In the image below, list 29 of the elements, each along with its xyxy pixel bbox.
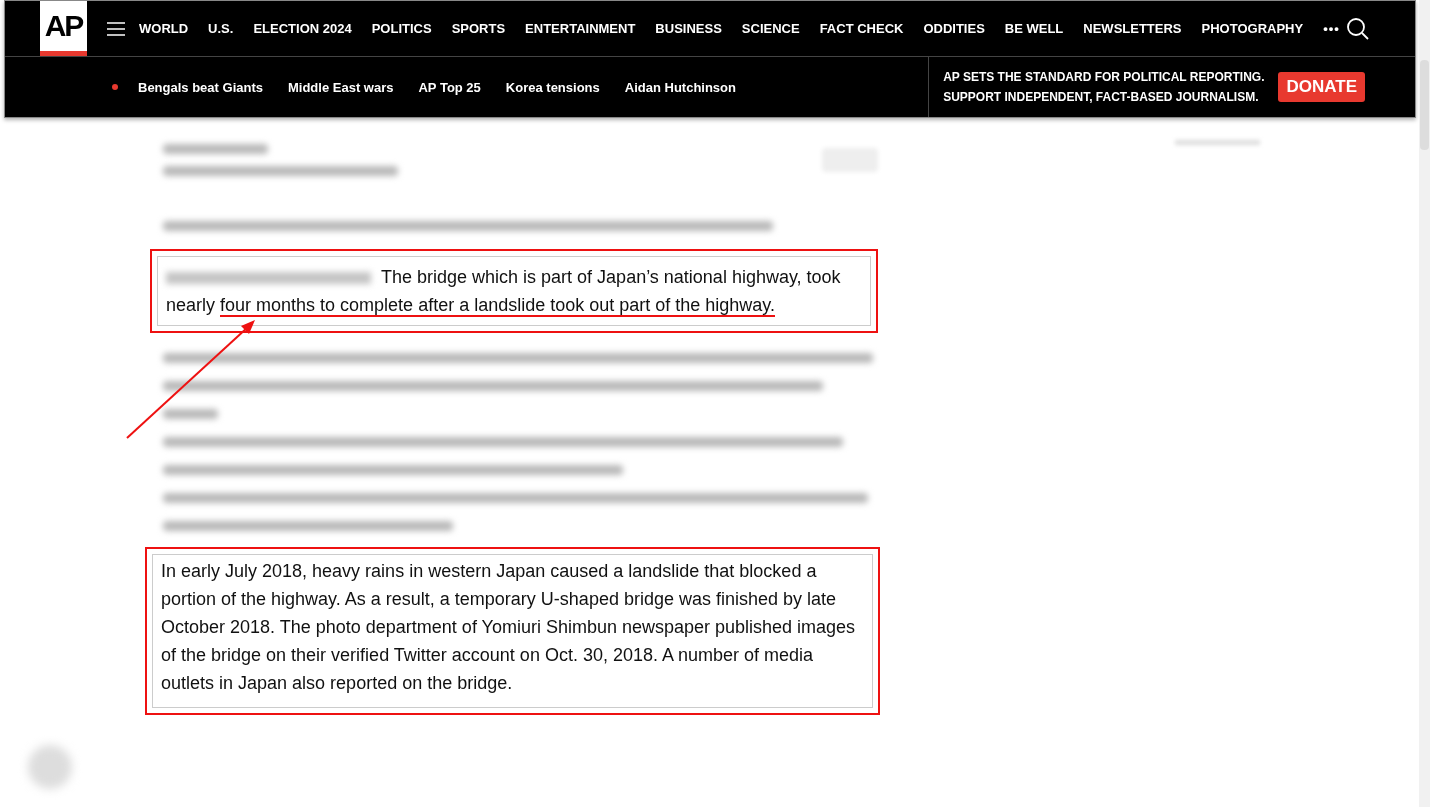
trending-link[interactable]: Korea tensions [505, 79, 600, 95]
trending-link[interactable]: AP Top 25 [418, 79, 481, 95]
floating-button[interactable] [28, 745, 72, 789]
article-paragraph: In early July 2018, heavy rains in western Japan caused a landslide that blocked a portion of the highway. As a result, a temporary U-shaped bridge was finished by late October 2018. The photo department of Yomiuri Shimbun newspaper published images of the bridge on their verified Twitter account on Oct. 30, 2018. A number of media outlets in Japan also reported on the bridge. [161, 560, 857, 695]
nav-link[interactable]: ODDITIES [923, 21, 985, 36]
nav-link[interactable]: ENTERTAINMENT [525, 21, 636, 36]
nav-link[interactable]: POLITICS [371, 21, 432, 36]
blurred-text-drawing [163, 409, 218, 419]
trending-link[interactable]: Middle East wars [288, 79, 394, 95]
nav-link[interactable]: ELECTION 2024 [253, 21, 352, 36]
live-dot [112, 84, 118, 90]
more-menu[interactable]: ••• [1323, 21, 1340, 36]
promo-text: AP SETS THE STANDARD FOR POLITICAL REPORTING. SUPPORT INDEPENDENT, FACT-BASED JOURNALISM. [943, 69, 1265, 106]
nav-link[interactable]: SCIENCE [741, 21, 800, 36]
nav-link[interactable]: U.S. [208, 21, 234, 36]
nav-link[interactable]: PHOTOGRAPHY [1201, 21, 1304, 36]
logo[interactable]: AP [40, 1, 87, 56]
nav-link[interactable]: SPORTS [451, 21, 506, 36]
menu-icon[interactable] [107, 21, 125, 36]
nav-link[interactable]: BUSINESS [655, 21, 722, 36]
trending-link[interactable]: Bengals beat Giants [138, 79, 263, 95]
nav-link[interactable]: WORLD [139, 21, 189, 36]
nav-link[interactable]: BE WELL [1004, 21, 1064, 36]
assessment-text: The bridge which is part of Japan’s national highway, took nearly four months to complete after a landslide took out part of the highway. [166, 266, 842, 319]
nav-link[interactable]: NEWSLETTERS [1083, 21, 1182, 36]
nav-link[interactable]: FACT CHECK [819, 21, 904, 36]
donate-button[interactable]: DONATE [1278, 72, 1365, 102]
trending-link[interactable]: Aidan Hutchinson [624, 79, 736, 95]
search-icon[interactable] [1346, 16, 1370, 41]
